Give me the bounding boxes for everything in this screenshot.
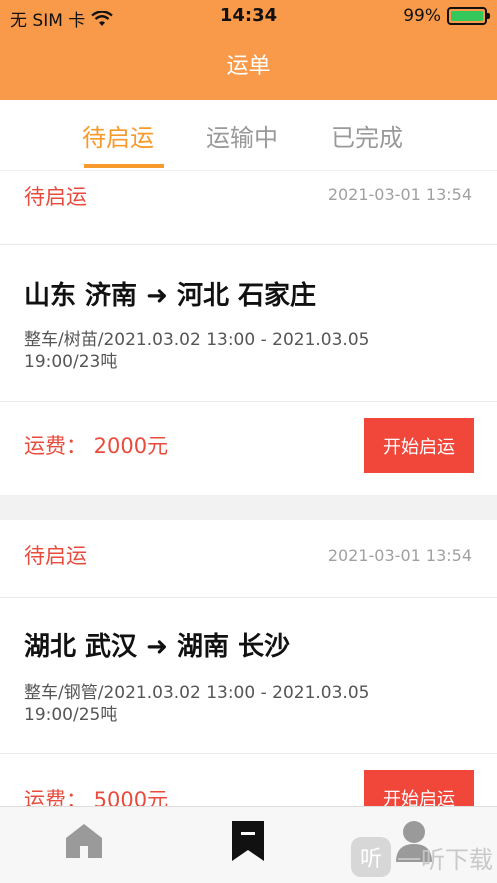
divider xyxy=(0,597,497,598)
battery-percent: 99% xyxy=(403,6,441,26)
order-route: 湖北 武汉 ➜ 湖南 长沙 xyxy=(24,632,290,662)
order-fee: 运费： 2000元 xyxy=(24,434,169,458)
status-bar: 无 SIM 卡 14:34 99% xyxy=(0,0,497,34)
tabbar-home[interactable] xyxy=(60,817,108,865)
order-card[interactable]: 待启运 2021-03-01 13:54 山东 济南 ➜ 河北 石家庄 整车/树… xyxy=(0,171,497,495)
battery-fill xyxy=(451,11,483,21)
watermark-text: 一听下载 xyxy=(397,845,493,874)
divider xyxy=(0,244,497,245)
start-shipping-button[interactable]: 开始启运 xyxy=(364,418,474,473)
divider xyxy=(0,753,497,754)
page-title: 运单 xyxy=(226,54,271,79)
watermark-logo: 听 xyxy=(351,837,391,877)
bookmark-icon xyxy=(232,821,264,861)
tab-pending[interactable]: 待启运 xyxy=(82,118,154,153)
order-status: 待启运 xyxy=(24,185,87,209)
divider xyxy=(0,401,497,402)
order-time: 2021-03-01 13:54 xyxy=(327,185,472,204)
order-route: 山东 济南 ➜ 河北 石家庄 xyxy=(24,281,316,311)
order-card[interactable]: 待启运 2021-03-01 13:54 湖北 武汉 ➜ 湖南 长沙 整车/钢管… xyxy=(0,520,497,825)
tabbar-orders[interactable] xyxy=(224,817,272,865)
order-detail: 整车/钢管/2021.03.02 13:00 - 2021.03.05 19:0… xyxy=(24,683,370,725)
header: 无 SIM 卡 14:34 99% 运单 xyxy=(0,0,497,100)
tab-completed[interactable]: 已完成 xyxy=(331,118,403,153)
tab-bar-top: 待启运 运输中 已完成 xyxy=(0,100,497,170)
tab-in-transit[interactable]: 运输中 xyxy=(206,118,278,153)
order-status: 待启运 xyxy=(24,544,87,568)
order-detail: 整车/树苗/2021.03.02 13:00 - 2021.03.05 19:0… xyxy=(24,330,370,372)
order-time: 2021-03-01 13:54 xyxy=(327,546,472,565)
home-icon xyxy=(66,824,102,858)
watermark: 听 一听下载 xyxy=(351,837,493,877)
battery-icon xyxy=(447,7,490,25)
active-tab-indicator xyxy=(84,164,164,168)
